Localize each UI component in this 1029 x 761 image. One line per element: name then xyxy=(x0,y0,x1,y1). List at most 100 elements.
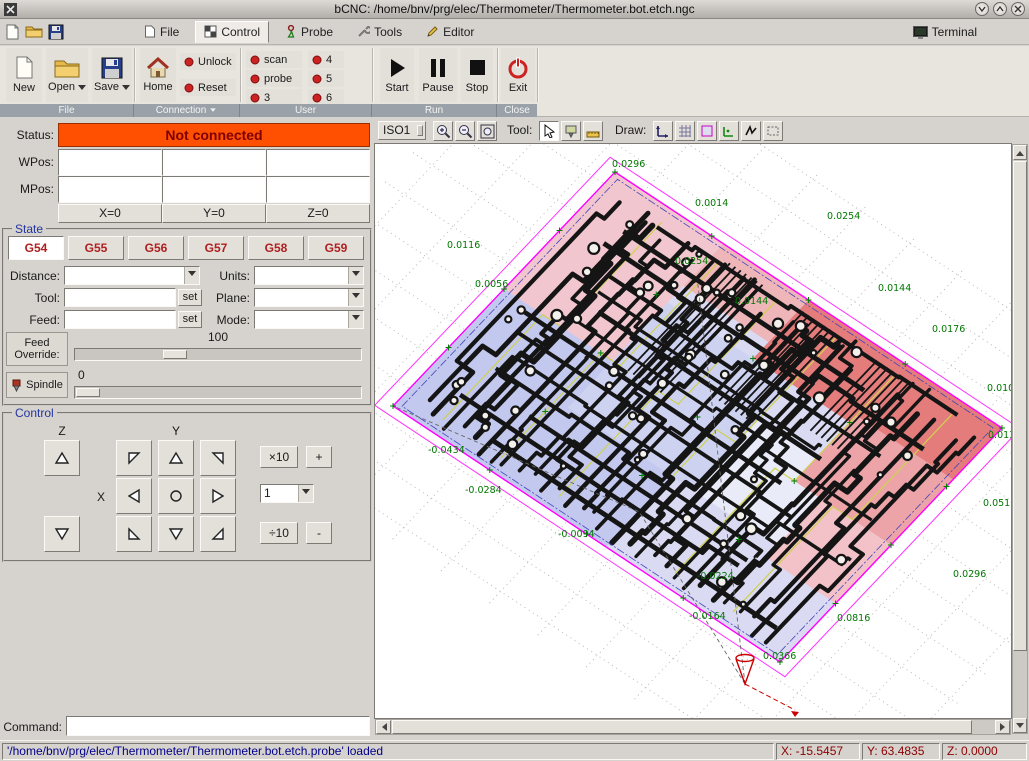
user-button-5[interactable]: 5 xyxy=(308,70,344,87)
horizontal-scrollbar[interactable] xyxy=(375,719,1011,735)
spindle-toggle[interactable]: Spindle xyxy=(6,372,68,398)
zoom-fit-button[interactable] xyxy=(477,121,497,141)
ruler-button[interactable] xyxy=(583,121,603,141)
units-select[interactable] xyxy=(254,266,364,285)
step-div10-button[interactable]: ÷10 xyxy=(260,522,298,544)
feed-override-slider[interactable] xyxy=(74,348,362,361)
terminal-button[interactable]: Terminal xyxy=(913,22,977,42)
slider-handle[interactable] xyxy=(76,388,100,397)
command-input[interactable] xyxy=(66,716,370,736)
tab-file[interactable]: File xyxy=(136,21,187,43)
jog-xy-upright-button[interactable] xyxy=(200,440,236,476)
unlock-button[interactable]: Unlock xyxy=(180,53,236,70)
zoom-in-button[interactable] xyxy=(433,121,453,141)
feed-set-button[interactable]: set xyxy=(178,311,202,328)
tab-tools[interactable]: Tools xyxy=(349,21,410,43)
vertical-scrollbar[interactable] xyxy=(1012,144,1028,734)
jog-x-minus-button[interactable] xyxy=(116,478,152,514)
jog-xy-downleft-button[interactable] xyxy=(116,516,152,552)
spindle-slider[interactable] xyxy=(74,386,362,399)
view-select[interactable]: ISO1 xyxy=(378,121,426,140)
save-icon[interactable] xyxy=(46,22,66,42)
user-button-4[interactable]: 4 xyxy=(308,51,344,68)
start-button[interactable]: Start xyxy=(380,48,414,102)
jog-x-plus-button[interactable] xyxy=(200,478,236,514)
feed-input[interactable] xyxy=(64,310,176,329)
open-button[interactable]: Open xyxy=(46,48,88,102)
step-size-select[interactable]: 1 xyxy=(260,484,314,503)
user-button-probe[interactable]: probe xyxy=(246,70,302,87)
red-dot-icon xyxy=(184,83,194,93)
wcs-g57-button[interactable]: G57 xyxy=(188,236,244,260)
scroll-right-arrow[interactable] xyxy=(995,720,1010,734)
minimize-button[interactable] xyxy=(975,2,989,16)
zero-x-button[interactable]: X=0 xyxy=(58,204,162,223)
group-file: File xyxy=(0,104,134,117)
step-plus-button[interactable]: + xyxy=(306,446,332,468)
plane-select[interactable] xyxy=(254,288,364,307)
stop-button[interactable]: Stop xyxy=(461,48,493,102)
group-connection[interactable]: Connection xyxy=(134,104,240,117)
gantry-move-button[interactable] xyxy=(561,121,581,141)
chevron-down-icon[interactable] xyxy=(348,311,363,328)
step-x10-button[interactable]: ×10 xyxy=(260,446,298,468)
user-button-scan[interactable]: scan xyxy=(246,51,302,68)
distance-select[interactable] xyxy=(64,266,200,285)
wcs-g58-button[interactable]: G58 xyxy=(248,236,304,260)
scroll-left-arrow[interactable] xyxy=(376,720,391,734)
close-button[interactable] xyxy=(1011,2,1025,16)
exit-button[interactable]: Exit xyxy=(501,48,535,102)
chevron-down-icon[interactable] xyxy=(348,267,363,284)
tab-editor[interactable]: Editor xyxy=(418,21,482,43)
tab-control[interactable]: Control xyxy=(195,21,269,43)
draw-axes-toggle[interactable] xyxy=(653,121,673,141)
scrollbar-thumb[interactable] xyxy=(392,720,972,734)
zero-z-button[interactable]: Z=0 xyxy=(266,204,370,223)
zoom-out-button[interactable] xyxy=(455,121,475,141)
slider-handle[interactable] xyxy=(163,350,187,359)
pause-button[interactable]: Pause xyxy=(419,48,457,102)
scroll-down-arrow[interactable] xyxy=(1013,718,1027,733)
draw-paths-toggle[interactable] xyxy=(741,121,761,141)
wcs-g54-button[interactable]: G54 xyxy=(8,236,64,260)
save-button[interactable]: Save xyxy=(92,48,132,102)
group-run: Run xyxy=(372,104,497,117)
scroll-up-arrow[interactable] xyxy=(1013,145,1027,160)
draw-probe-toggle[interactable] xyxy=(719,121,739,141)
tool-set-button[interactable]: set xyxy=(178,289,202,306)
gcode-canvas[interactable]: 0.02960.00140.02540.01440.01760.01060.01… xyxy=(375,144,1011,718)
jog-xy-downright-button[interactable] xyxy=(200,516,236,552)
wcs-g56-button[interactable]: G56 xyxy=(128,236,184,260)
open-folder-icon[interactable] xyxy=(24,22,44,42)
tool-input[interactable] xyxy=(64,288,176,307)
draw-workarea-toggle[interactable] xyxy=(763,121,783,141)
feed-override-toggle[interactable]: Feed Override: xyxy=(6,332,68,366)
jog-y-up-button[interactable] xyxy=(158,440,194,476)
select-pointer-button[interactable] xyxy=(539,121,559,141)
wcs-g59-button[interactable]: G59 xyxy=(308,236,364,260)
jog-xy-upleft-button[interactable] xyxy=(116,440,152,476)
home-button[interactable]: Home xyxy=(140,48,176,102)
maximize-button[interactable] xyxy=(993,2,1007,16)
chevron-down-icon xyxy=(210,108,216,114)
chevron-down-icon[interactable] xyxy=(348,289,363,306)
tab-probe[interactable]: Probe xyxy=(277,21,341,43)
chevron-down-icon[interactable] xyxy=(298,485,313,502)
step-minus-button[interactable]: - xyxy=(306,522,332,544)
mode-select[interactable] xyxy=(254,310,364,329)
triangle-right-icon xyxy=(210,488,226,504)
jog-z-down-button[interactable] xyxy=(44,516,80,552)
jog-origin-button[interactable] xyxy=(158,478,194,514)
gantry-icon xyxy=(564,124,578,138)
new-file-icon[interactable] xyxy=(2,22,22,42)
jog-z-up-button[interactable] xyxy=(44,440,80,476)
reset-button[interactable]: Reset xyxy=(180,79,236,96)
draw-grid-toggle[interactable] xyxy=(675,121,695,141)
zero-y-button[interactable]: Y=0 xyxy=(162,204,266,223)
scrollbar-thumb[interactable] xyxy=(1013,161,1027,651)
jog-y-down-button[interactable] xyxy=(158,516,194,552)
new-button[interactable]: New xyxy=(6,48,42,102)
draw-margin-toggle[interactable] xyxy=(697,121,717,141)
wcs-g55-button[interactable]: G55 xyxy=(68,236,124,260)
chevron-down-icon[interactable] xyxy=(184,267,199,284)
